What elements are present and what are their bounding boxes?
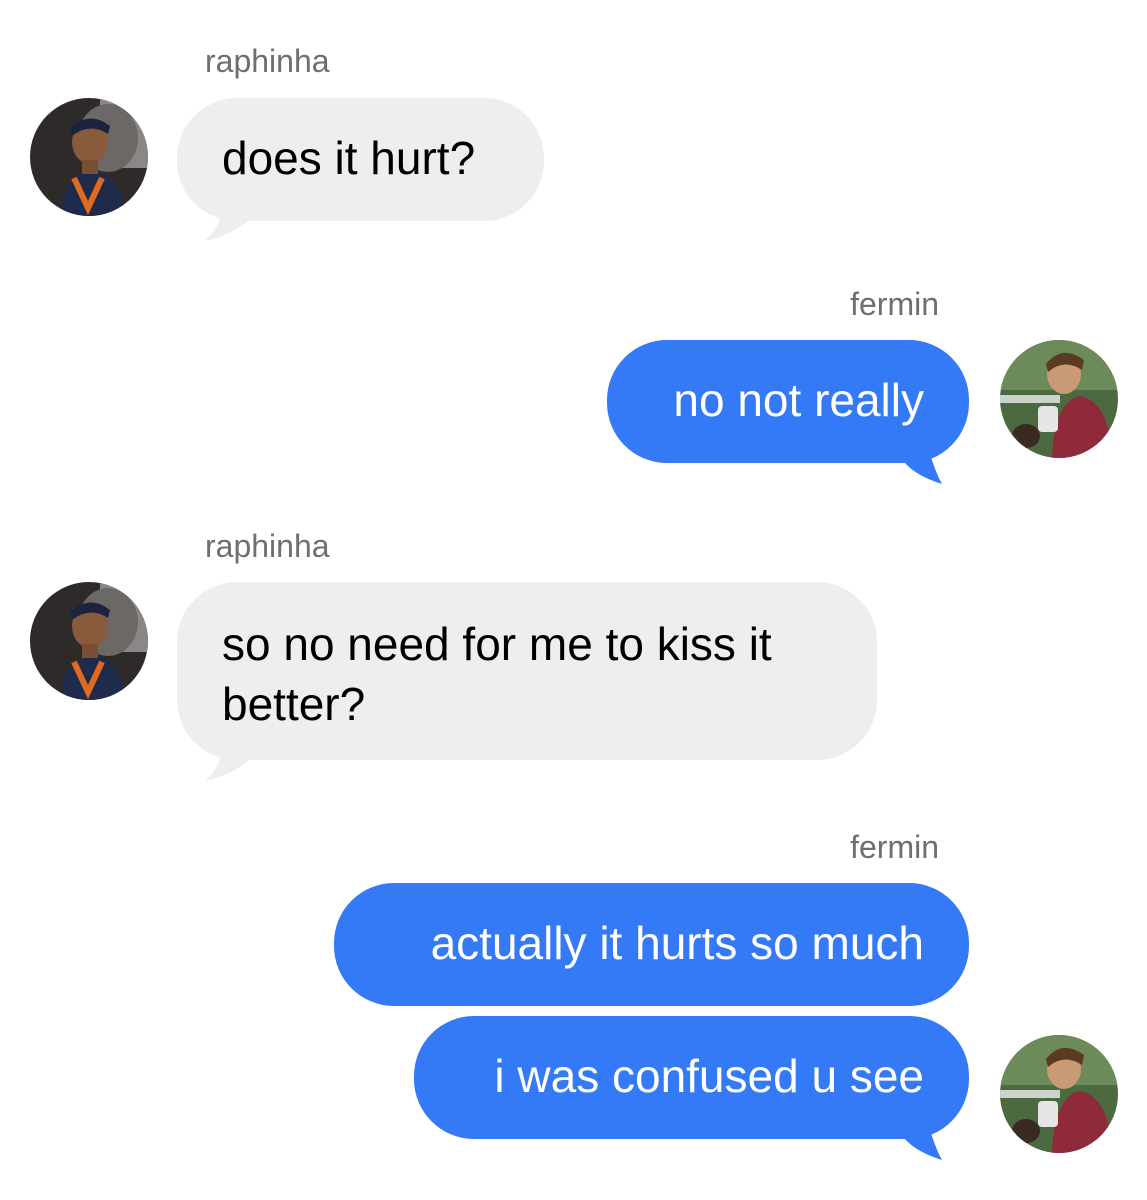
message-bubble-incoming[interactable]: so no need for me to kiss it better? bbox=[177, 582, 877, 760]
sender-name-fermin: fermin bbox=[850, 829, 939, 865]
person-photo-icon bbox=[30, 98, 148, 216]
avatar-fermin[interactable] bbox=[1000, 1035, 1118, 1153]
bubble-tail-incoming bbox=[205, 200, 251, 240]
avatar-raphinha[interactable] bbox=[30, 98, 148, 216]
sender-name-raphinha: raphinha bbox=[205, 43, 330, 79]
person-photo-icon bbox=[1000, 1035, 1118, 1153]
person-photo-icon bbox=[30, 582, 148, 700]
sender-name-raphinha: raphinha bbox=[205, 528, 330, 564]
sender-name-fermin: fermin bbox=[850, 286, 939, 322]
message-bubble-outgoing[interactable]: actually it hurts so much bbox=[334, 883, 969, 1006]
avatar-fermin[interactable] bbox=[1000, 340, 1118, 458]
message-bubble-outgoing[interactable]: i was confused u see bbox=[414, 1016, 969, 1139]
avatar-raphinha[interactable] bbox=[30, 582, 148, 700]
bubble-tail-outgoing bbox=[900, 1116, 942, 1160]
bubble-tail-outgoing bbox=[900, 440, 942, 484]
person-photo-icon bbox=[1000, 340, 1118, 458]
bubble-tail-incoming bbox=[205, 740, 251, 780]
